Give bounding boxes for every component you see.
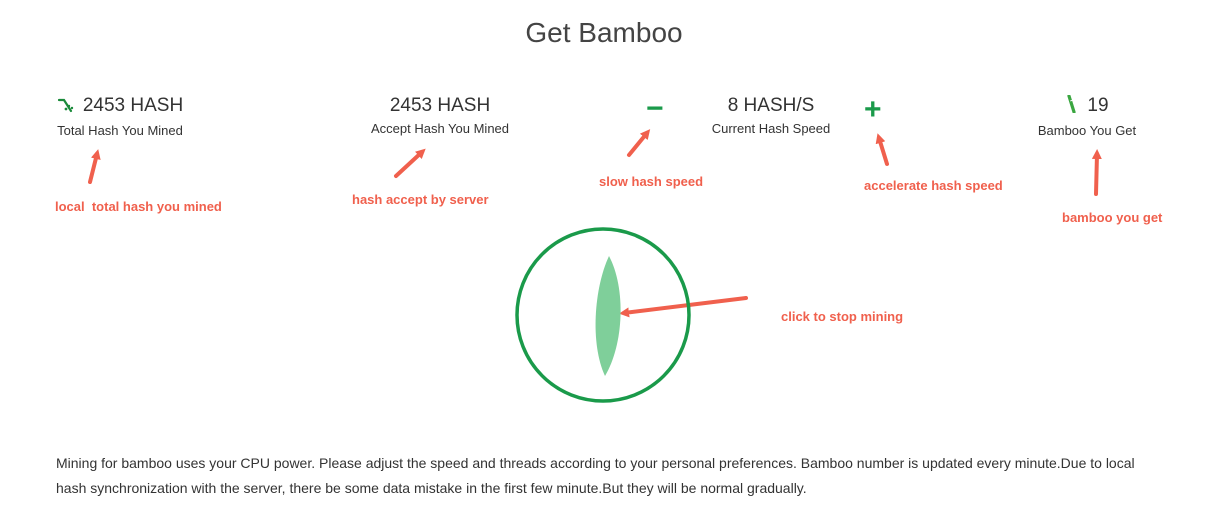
- page-title: Get Bamboo: [525, 17, 683, 48]
- annotation-total-hash: local total hash you mined: [55, 199, 222, 214]
- bamboo-value: 19: [1087, 95, 1109, 116]
- annotation-bamboo: bamboo you get: [1062, 210, 1163, 225]
- arrow-bamboo: [1091, 149, 1102, 196]
- increase-speed-button[interactable]: +: [864, 95, 882, 125]
- hash-speed-stat: 8 HASH/S Current Hash Speed: [690, 95, 852, 138]
- arrow-total-hash: [88, 149, 101, 184]
- total-hash-stat: 2453 HASH Total Hash You Mined: [40, 95, 200, 140]
- bamboo-icon: [1065, 94, 1079, 119]
- total-hash-label: Total Hash You Mined: [57, 123, 183, 138]
- bamboo-stat: 19 Bamboo You Get: [1022, 94, 1152, 140]
- accept-hash-stat: 2453 HASH Accept Hash You Mined: [352, 95, 528, 138]
- hash-speed-label: Current Hash Speed: [711, 121, 831, 136]
- arrow-accelerate-speed: [875, 133, 889, 166]
- pickaxe-icon: [57, 97, 75, 119]
- arrow-slow-speed: [627, 129, 651, 157]
- decrease-speed-button[interactable]: −: [646, 94, 664, 124]
- stop-mining-button[interactable]: [514, 226, 692, 404]
- mining-description: Mining for bamboo uses your CPU power. P…: [56, 455, 1135, 496]
- bamboo-leaf-icon: [595, 256, 621, 376]
- hash-speed-value: 8 HASH/S: [727, 95, 815, 116]
- annotation-accelerate-speed: accelerate hash speed: [864, 178, 1003, 193]
- bamboo-label: Bamboo You Get: [1037, 123, 1137, 138]
- total-hash-value: 2453 HASH: [82, 95, 184, 116]
- accept-hash-value: 2453 HASH: [389, 95, 491, 116]
- annotation-stop-mining: click to stop mining: [781, 309, 904, 324]
- annotation-accept-hash: hash accept by server: [352, 192, 489, 207]
- arrow-accept-hash: [394, 148, 426, 178]
- accept-hash-label: Accept Hash You Mined: [370, 121, 510, 136]
- annotation-slow-speed: slow hash speed: [599, 174, 704, 189]
